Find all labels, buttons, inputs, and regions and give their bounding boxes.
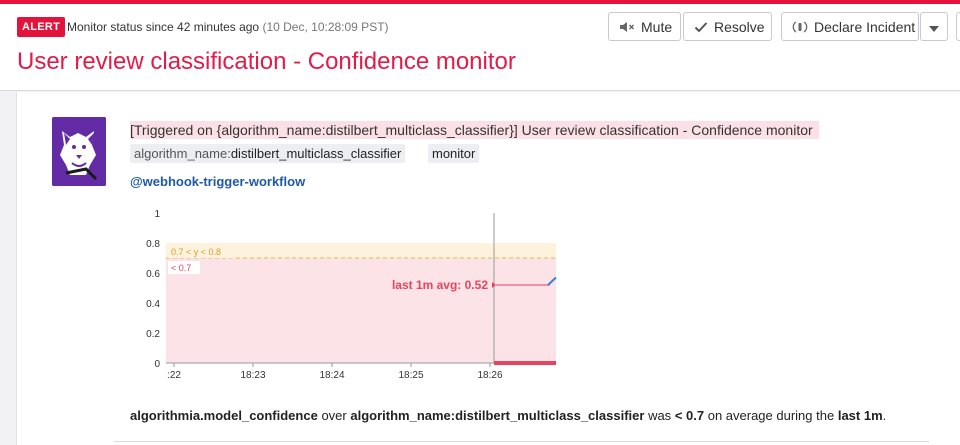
last-avg-annotation: last 1m avg: 0.52 [392, 278, 488, 292]
status-timestamp: (10 Dec, 10:28:09 PST) [262, 20, 389, 34]
x-tick-label: 18:23 [240, 370, 265, 378]
y-tick-label: 0.6 [146, 269, 160, 280]
summary-over: over [321, 408, 347, 423]
tag-algorithm-name[interactable]: algorithm_name:distilbert_multiclass_cla… [130, 144, 406, 163]
incident-icon [792, 20, 808, 34]
summary-end: . [882, 408, 887, 423]
caret-down-icon [929, 19, 939, 35]
left-gutter [0, 92, 16, 445]
mute-icon [619, 21, 635, 33]
webhook-mention[interactable]: @webhook-trigger-workflow [130, 174, 305, 189]
status-text: Monitor status since 42 minutes ago [67, 20, 260, 34]
summary-condition: < 0.7 [674, 408, 705, 423]
monitor-header: ALERT Monitor status since 42 minutes ag… [0, 4, 960, 91]
summary-metric: algorithmia.model_confidence [130, 408, 318, 423]
mute-label: Mute [641, 18, 673, 35]
critical-zone-label: < 0.7 [171, 263, 191, 273]
y-tick-label: 0.2 [146, 329, 160, 340]
resolve-label: Resolve [714, 18, 765, 35]
page-title: User review classification - Confidence … [17, 48, 516, 75]
x-tick-label: 18:25 [398, 370, 423, 378]
more-button[interactable] [956, 12, 960, 41]
mute-button[interactable]: Mute [608, 12, 681, 41]
y-tick-label: 0.4 [146, 299, 160, 310]
divider [114, 441, 929, 442]
tag-value: monitor [432, 146, 476, 161]
monitor-status: Monitor status since 42 minutes ago (10 … [67, 20, 389, 34]
y-tick-label: 0.8 [146, 239, 160, 250]
tag-monitor[interactable]: monitor [428, 144, 480, 163]
tag-key: algorithm_name: [134, 146, 231, 161]
tag-value: distilbert_multiclass_classifier [230, 146, 402, 161]
summary-on-avg: on average during the [707, 408, 835, 423]
declare-incident-label: Declare Incident [814, 18, 916, 35]
y-tick-label: 0 [154, 359, 160, 370]
check-icon [694, 21, 708, 33]
declare-incident-button[interactable]: Declare Incident [781, 12, 919, 41]
x-tick-label: :22 [167, 370, 181, 378]
summary-scope: algorithm_name:distilbert_multiclass_cla… [350, 408, 645, 423]
summary-was: was [648, 408, 672, 423]
y-tick-label: 1 [154, 209, 160, 220]
x-tick-label: 18:26 [477, 370, 502, 378]
event-message: [Triggered on {algorithm_name:distilbert… [130, 121, 819, 139]
datadog-avatar-icon [52, 117, 106, 186]
alert-period-bar [494, 361, 556, 365]
critical-zone [166, 258, 556, 363]
x-tick-label: 18:24 [319, 370, 344, 378]
alert-badge: ALERT [17, 17, 66, 37]
incident-options-button[interactable] [920, 12, 948, 41]
warning-zone-label: 0.7 < y < 0.8 [171, 247, 221, 257]
confidence-chart[interactable]: 1 0.8 0.6 0.4 0.2 0 :22 18:23 18:24 18:25 18:26 0.7… [130, 203, 560, 378]
summary-window: last 1m [837, 408, 883, 423]
alert-summary: algorithmia.model_confidence over algori… [130, 408, 886, 423]
resolve-button[interactable]: Resolve [683, 12, 772, 41]
